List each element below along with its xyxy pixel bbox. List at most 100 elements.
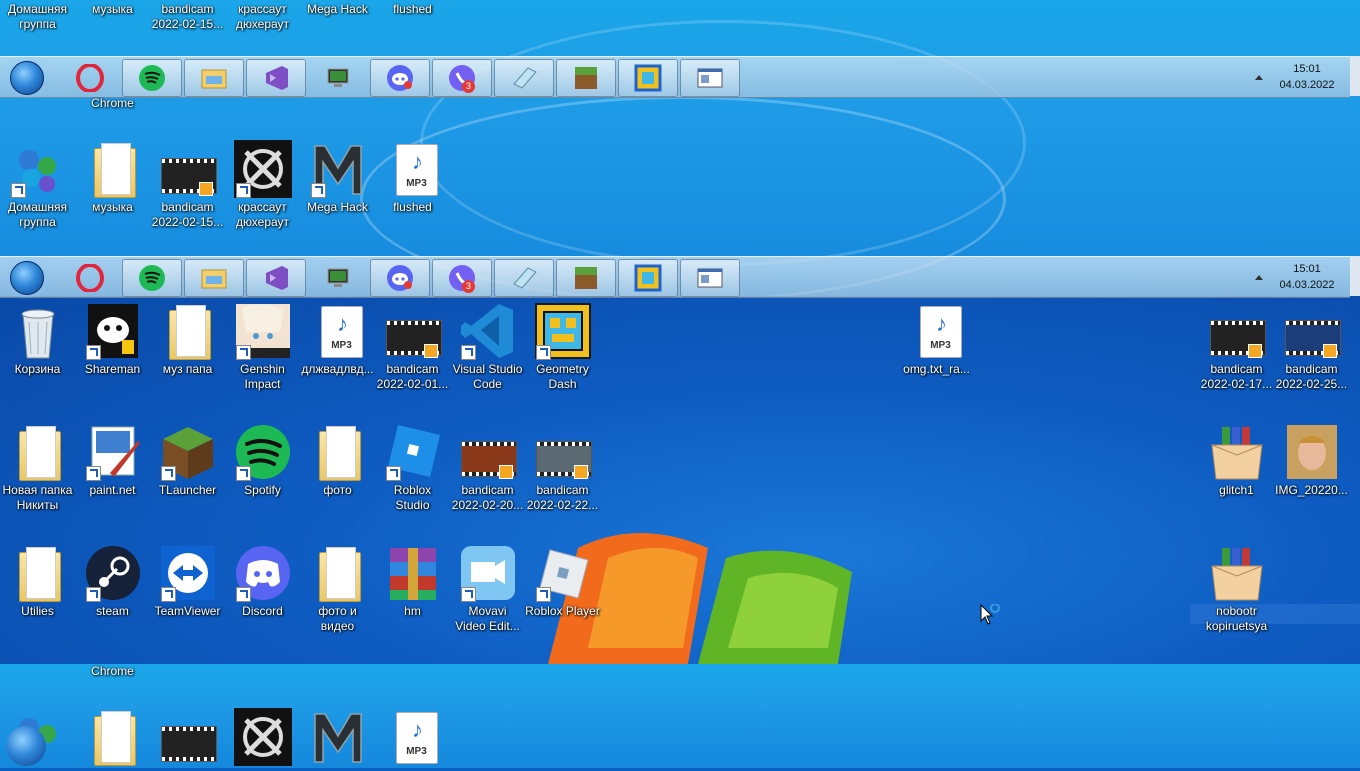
desktop-icon-label: hm [404,604,421,618]
desktop-icon-bandicam-0220[interactable]: bandicam 2022-02-20... [450,423,525,513]
taskbar-geometry-dash[interactable] [618,259,678,297]
desktop-icon-label: Chrome [91,664,134,678]
taskbar-viber[interactable]: 3 [432,259,492,297]
desktop-icon-label: steam [96,604,129,618]
folder-icon [318,547,361,602]
desktop-icon-flushed[interactable]: ♪ MP3 flushed [375,140,450,215]
desktop-icon-crossout-ghost [225,708,300,768]
desktop-icon-genshin[interactable]: Genshin Impact [225,302,300,392]
show-desktop-button[interactable] [1350,56,1360,96]
network-monitor-icon [327,68,349,87]
desktop-icon-spotify[interactable]: Spotify [225,423,300,498]
desktop-icon-foto[interactable]: фото [300,423,375,498]
taskbar-notepad[interactable] [494,259,554,297]
discord-icon [387,265,413,291]
desktop-icon-bandicam-0201[interactable]: bandicam 2022-02-01... [375,302,450,392]
taskbar-notepad[interactable] [494,59,554,97]
desktop-icon-bandicam-0225[interactable]: bandicam 2022-02-25... [1274,302,1349,392]
desktop-icon-foto-video[interactable]: фото и видео [300,544,375,634]
mp3-file-icon: ♪ MP3 [395,712,438,764]
desktop-icon-label: bandicam 2022-02-25... [1275,362,1348,391]
show-hidden-icons-icon[interactable] [1255,75,1263,80]
taskbar-visual-studio[interactable] [246,59,306,97]
desktop-icon-bandicam-0217[interactable]: bandicam 2022-02-17... [1199,302,1274,392]
desktop-icon-bandicam-0222[interactable]: bandicam 2022-02-22... [525,423,600,513]
desktop-icon-paintnet[interactable]: paint.net [75,423,150,498]
taskbar-opera[interactable] [60,59,120,97]
taskbar-minecraft[interactable] [556,59,616,97]
taskbar-network[interactable] [308,259,368,297]
start-button[interactable] [4,60,48,95]
taskbar-discord[interactable] [370,259,430,297]
taskbar-explorer[interactable] [184,259,244,297]
desktop-icon-label: фото и видео [318,604,357,633]
desktop-icon-homegroup[interactable]: Домашняя группа [0,140,75,230]
desktop-icon-muz-papa[interactable]: муз папа [150,302,225,377]
desktop-icon-teamviewer[interactable]: TeamViewer [150,544,225,619]
clock-date: 04.03.2022 [1279,279,1335,291]
desktop-icon-shareman[interactable]: Shareman [75,302,150,377]
taskbar-viber[interactable]: 3 [432,59,492,97]
taskbar-explorer[interactable] [184,59,244,97]
desktop-icon-label: flushed [393,2,432,16]
system-clock[interactable]: 15:01 04.03.2022 [1272,261,1342,293]
desktop-icon-roblox-player[interactable]: Roblox Player [525,544,600,619]
desktop-icon-megahack[interactable]: Mega Hack [300,140,375,215]
desktop-icon-glitch1[interactable]: glitch1 [1199,423,1274,498]
mp3-file-icon: ♪ MP3 [919,306,962,358]
geometry-dash-icon [634,264,662,292]
desktop-icon-label: TLauncher [158,483,217,497]
desktop-icon-mp3-1[interactable]: ♪ MP3 длжвадлвд... [300,302,375,377]
system-clock[interactable]: 15:01 04.03.2022 [1272,61,1342,93]
desktop-icon-tlauncher[interactable]: TLauncher [150,423,225,498]
taskbar-discord[interactable] [370,59,430,97]
taskbar-window-app[interactable] [680,259,740,297]
desktop-icon-nobootr[interactable]: nobootr kopiruetsya [1199,544,1274,634]
file-explorer-icon [201,69,227,89]
taskbar-visual-studio[interactable] [246,259,306,297]
desktop-icon-label: Discord [242,604,283,618]
notification-badge: 3 [462,280,475,293]
taskbar-geometry-dash[interactable] [618,59,678,97]
taskbar-window-app[interactable] [680,59,740,97]
desktop-icon-movavi[interactable]: Movavi Video Edit... [450,544,525,634]
desktop-icon-label: paint.net [89,483,136,497]
desktop-icon-music[interactable]: музыка [75,140,150,215]
visual-studio-icon [266,66,288,90]
start-button[interactable] [4,260,48,295]
desktop-icon-omg[interactable]: ♪ MP3 omg.txt_ra... [899,302,974,377]
desktop-icon-bandicam[interactable]: bandicam 2022-02-15... [150,140,225,230]
folder-icon [18,426,61,481]
desktop-icon-label: bandicam 2022-02-15... [151,200,224,229]
desktop-icon-crossout[interactable]: крассаут дюхераут [225,140,300,230]
taskbar-minecraft[interactable] [556,259,616,297]
desktop-icon-label: bandicam 2022-02-17... [1200,362,1273,391]
show-desktop-button[interactable] [1350,256,1360,296]
desktop-icon-label: glitch1 [1219,483,1254,497]
taskbar-spotify[interactable] [122,259,182,297]
taskbar-network[interactable] [308,59,368,97]
desktop-icon-label: Spotify [244,483,281,497]
show-hidden-icons-icon[interactable] [1255,275,1263,280]
desktop-icon-label: музыка [92,200,133,214]
desktop-icon-roblox-studio[interactable]: Roblox Studio [375,423,450,513]
desktop-icon-steam[interactable]: steam [75,544,150,619]
desktop-icon-img[interactable]: IMG_20220... [1274,423,1349,498]
clock-time: 15:01 [1293,63,1321,75]
desktop-icon-new-folder[interactable]: Новая папка Никиты [0,423,75,513]
taskbar-opera[interactable] [60,259,120,297]
mp3-file-icon: ♪ MP3 [320,306,363,358]
desktop-icon-label: Shareman [84,362,141,376]
desktop-icon-vscode[interactable]: Visual Studio Code [450,302,525,392]
desktop-icon-utilies[interactable]: Utilies [0,544,75,619]
desktop-icon-geometry-dash[interactable]: Geometry Dash [525,302,600,392]
desktop-icon-label: bandicam 2022-02-15... [151,2,224,31]
window-app-icon [697,68,723,88]
taskbar-spotify[interactable] [122,59,182,97]
desktop-icon-label: IMG_20220... [1275,483,1348,497]
mp3-file-icon: ♪ MP3 [395,144,438,196]
folder-icon [18,547,61,602]
desktop-icon-recycle-bin[interactable]: Корзина [0,302,75,377]
desktop-icon-discord[interactable]: Discord [225,544,300,619]
desktop-icon-hm[interactable]: hm [375,544,450,619]
